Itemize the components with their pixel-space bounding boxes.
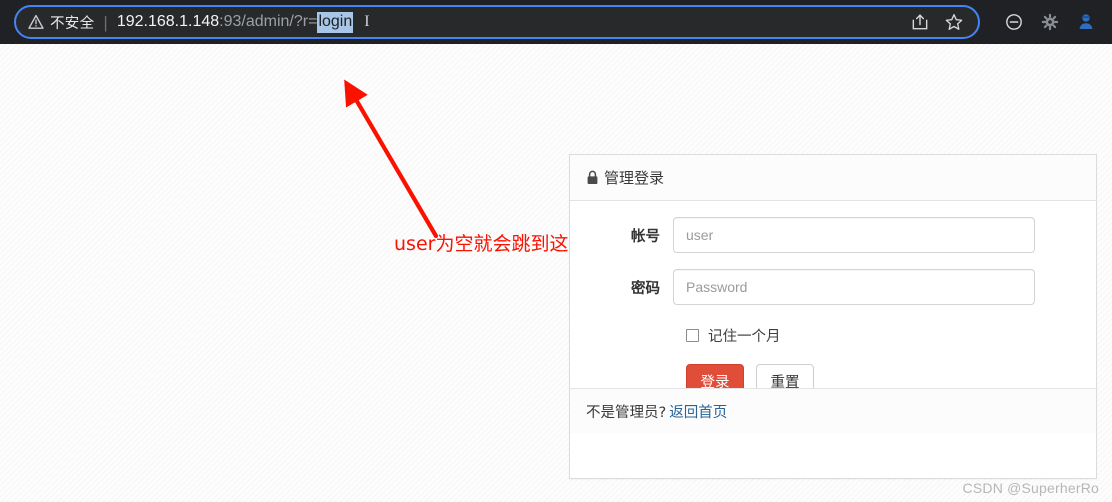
login-form: 帐号 密码 记住一个月 登录 重置 不是管理员? 返回首页 — [570, 201, 1096, 433]
username-row: 帐号 — [570, 217, 1096, 253]
text-cursor-icon: I — [364, 12, 370, 30]
bookmark-star-icon[interactable] — [944, 12, 964, 32]
panel-header: 管理登录 — [570, 155, 1096, 201]
panel-title: 管理登录 — [604, 169, 665, 187]
annotation-arrow — [344, 79, 439, 239]
url-host: 192.168.1.148 — [116, 12, 220, 30]
back-to-home-link[interactable]: 返回首页 — [669, 401, 727, 422]
password-input[interactable] — [673, 269, 1035, 305]
login-panel: 管理登录 帐号 密码 记住一个月 登录 重置 不是管理员? 返回首页 — [569, 154, 1097, 479]
password-label: 密码 — [631, 280, 660, 297]
url-path: :93/admin/?r= — [219, 12, 318, 30]
url-text[interactable]: 192.168.1.148:93/admin/?r= login I — [116, 11, 910, 33]
remember-me-label: 记住一个月 — [708, 329, 781, 345]
remember-me-checkbox[interactable] — [686, 329, 699, 342]
url-selected-text: login — [317, 11, 354, 33]
omnibox-separator: | — [103, 12, 108, 32]
username-label: 帐号 — [631, 228, 660, 245]
watermark: CSDN @SuperherRo — [962, 480, 1099, 496]
warning-triangle-icon — [28, 14, 44, 30]
profile-avatar-icon[interactable] — [1076, 12, 1096, 32]
security-status-label: 不安全 — [50, 15, 95, 32]
browser-toolbar-actions — [1004, 5, 1106, 39]
browser-toolbar: 不安全 | 192.168.1.148:93/admin/?r= login I — [0, 0, 1112, 44]
page-content: user为空就会跳到这个地址 管理登录 帐号 密码 记 — [0, 44, 1112, 502]
share-icon[interactable] — [910, 12, 930, 32]
address-bar[interactable]: 不安全 | 192.168.1.148:93/admin/?r= login I — [14, 5, 980, 39]
password-row: 密码 — [570, 269, 1096, 305]
footer-text: 不是管理员? — [586, 404, 667, 421]
username-input[interactable] — [673, 217, 1035, 253]
zoom-out-icon[interactable] — [1004, 12, 1024, 32]
lock-icon — [586, 170, 599, 185]
extension-bug-icon[interactable] — [1040, 12, 1060, 32]
remember-me-row[interactable]: 记住一个月 — [686, 325, 1096, 346]
panel-footer: 不是管理员? 返回首页 — [570, 388, 1096, 433]
